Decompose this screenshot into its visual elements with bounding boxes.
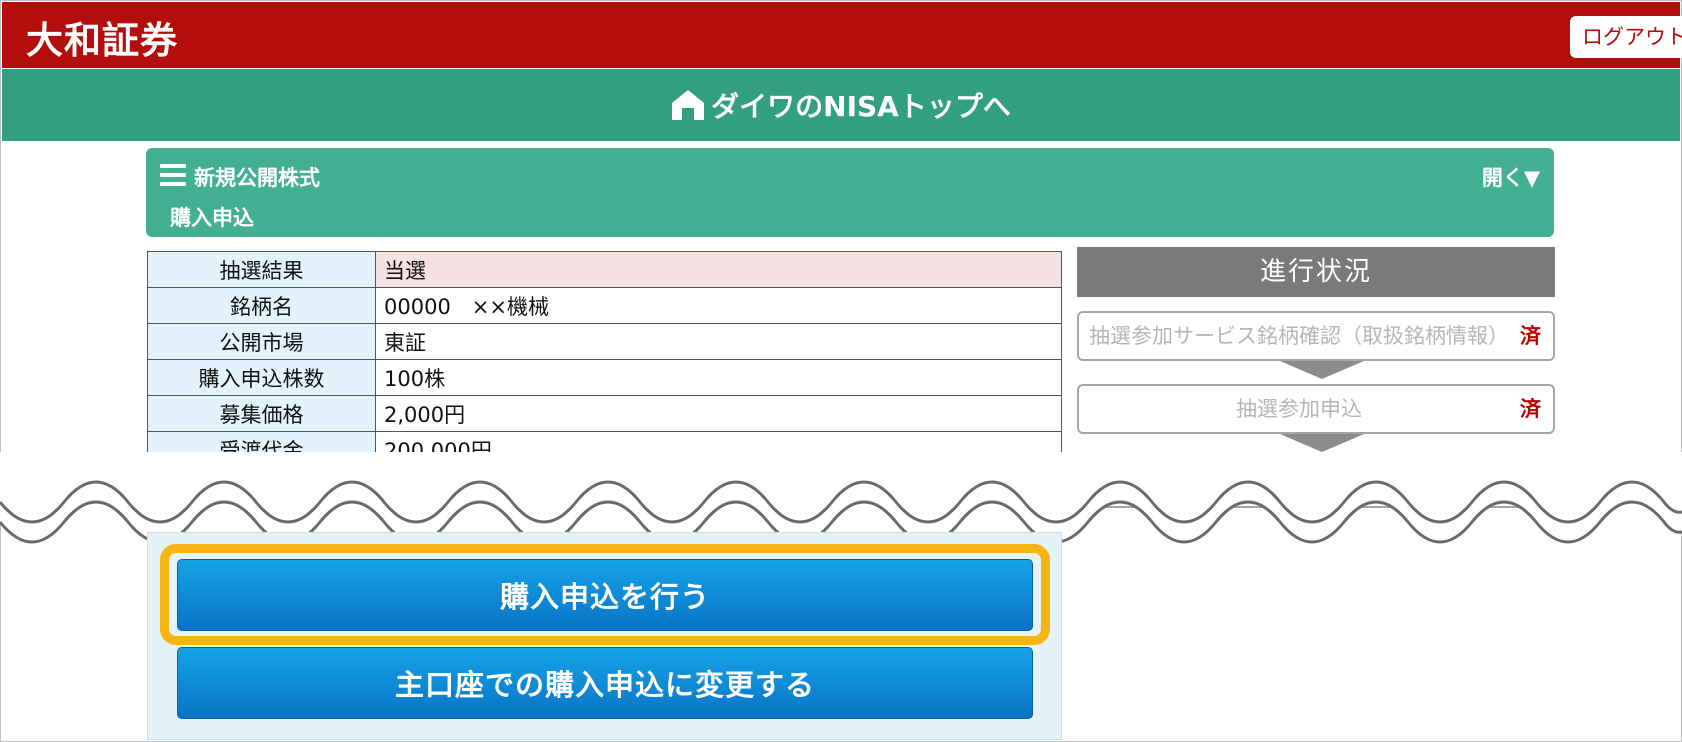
step-arrow-icon bbox=[1280, 361, 1364, 379]
step-label: 抽選参加申込 bbox=[1236, 397, 1362, 421]
row-label: 銘柄名 bbox=[147, 287, 376, 324]
step-status: 済 bbox=[1520, 324, 1541, 348]
progress-step: 抽選参加サービス銘柄確認（取扱銘柄情報） 済 bbox=[1077, 311, 1555, 361]
logout-button[interactable]: ログアウト bbox=[1570, 16, 1682, 58]
progress-title: 進行状況 bbox=[1077, 247, 1555, 297]
table-row: 抽選結果 当選 bbox=[147, 251, 1062, 288]
site-header: 大和証券 ログアウト bbox=[2, 2, 1682, 68]
row-label: 抽選結果 bbox=[147, 251, 376, 288]
row-value: 100株 bbox=[375, 359, 1062, 396]
home-icon bbox=[672, 90, 705, 120]
progress-step: 抽選参加申込 済 bbox=[1077, 384, 1555, 434]
order-info-table: 抽選結果 当選 銘柄名 00000 ××機械 公開市場 東証 購入申込株数 10… bbox=[147, 251, 1062, 468]
step-label: 抽選参加サービス銘柄確認（取扱銘柄情報） bbox=[1089, 324, 1509, 348]
step-arrow-icon bbox=[1280, 434, 1364, 452]
row-label: 募集価格 bbox=[147, 395, 376, 432]
open-toggle[interactable]: 開く▼ bbox=[1482, 162, 1540, 192]
section-subtitle: 購入申込 bbox=[170, 206, 254, 230]
table-row: 公開市場 東証 bbox=[147, 323, 1062, 360]
table-row: 銘柄名 00000 ××機械 bbox=[147, 287, 1062, 324]
row-value: 当選 bbox=[375, 251, 1062, 288]
row-label: 購入申込株数 bbox=[147, 359, 376, 396]
section-header: 新規公開株式 購入申込 開く▼ bbox=[146, 148, 1554, 237]
row-value: 00000 ××機械 bbox=[375, 287, 1062, 324]
change-main-account-button[interactable]: 主口座での購入申込に変更する bbox=[177, 647, 1033, 719]
hamburger-menu-icon bbox=[160, 164, 186, 186]
section-title: 新規公開株式 bbox=[194, 166, 320, 190]
table-row: 購入申込株数 100株 bbox=[147, 359, 1062, 396]
nisa-top-link[interactable]: ダイワのNISAトップへ bbox=[2, 69, 1680, 141]
brand-logo: 大和証券 bbox=[26, 18, 178, 62]
purchase-button[interactable]: 購入申込を行う bbox=[177, 559, 1033, 631]
nisa-top-label: ダイワのNISAトップへ bbox=[711, 90, 1011, 123]
row-value: 2,000円 bbox=[375, 395, 1062, 432]
step-status: 済 bbox=[1520, 397, 1541, 421]
row-label: 公開市場 bbox=[147, 323, 376, 360]
row-value: 東証 bbox=[375, 323, 1062, 360]
table-row: 募集価格 2,000円 bbox=[147, 395, 1062, 432]
